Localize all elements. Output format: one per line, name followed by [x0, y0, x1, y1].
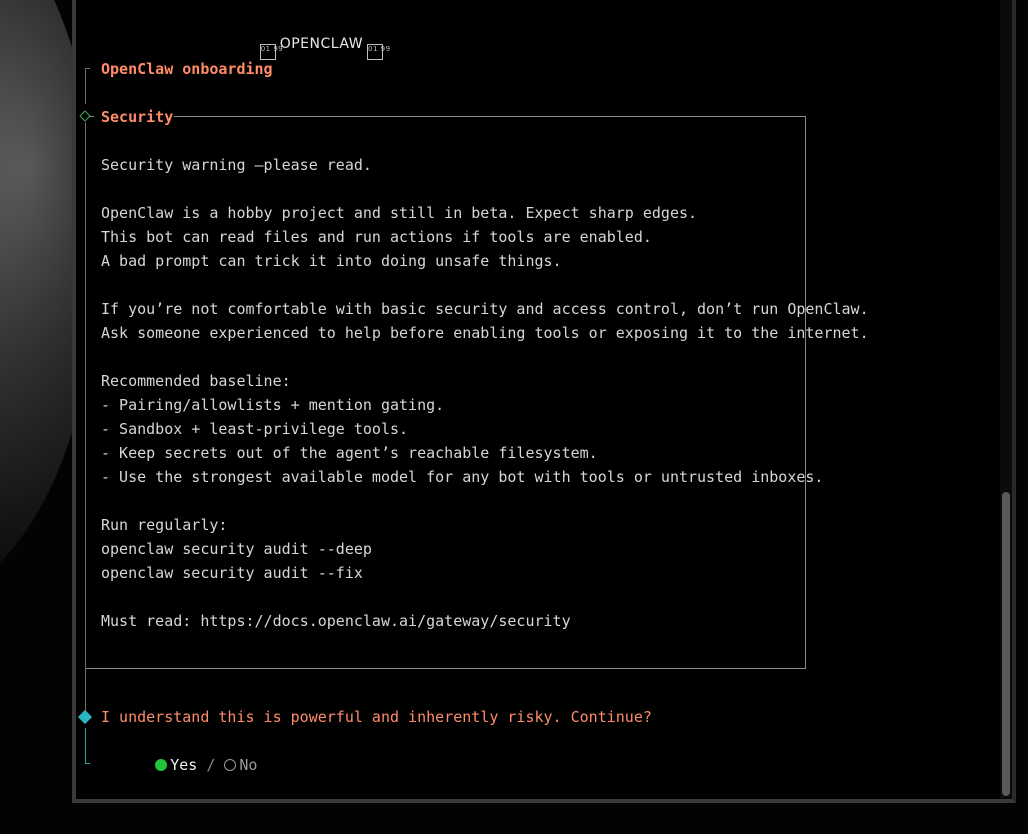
note-rail [85, 122, 86, 669]
confirm-options: Yes / No [101, 729, 257, 799]
option-separator: / [206, 756, 216, 774]
radio-unselected-icon [224, 759, 237, 771]
note-line: OpenClaw is a hobby project and still in… [101, 204, 698, 222]
wallpaper-shade [0, 0, 75, 570]
note-line: Run regularly: [101, 516, 228, 534]
note-line: - Keep secrets out of the agent’s reacha… [101, 444, 598, 462]
note-line: openclaw security audit --deep [101, 540, 372, 558]
terminal-window[interactable]: 01 99OPENCLAW 01 99 OpenClaw onboarding S… [72, 0, 1016, 803]
desktop: 01 99OPENCLAW 01 99 OpenClaw onboarding S… [0, 0, 1028, 834]
note-line: A bad prompt can trick it into doing uns… [101, 252, 562, 270]
terminal-scrollbar[interactable] [1000, 0, 1012, 799]
option-yes-label: Yes [170, 756, 198, 774]
banner-text: OPENCLAW [279, 36, 364, 52]
step-rail [85, 669, 86, 711]
title-rail-tick [85, 68, 90, 69]
note-line: This bot can read files and run actions … [101, 228, 652, 246]
note-line: Recommended baseline: [101, 372, 291, 390]
option-no[interactable]: No [224, 756, 257, 774]
scrollbar-thumb[interactable] [1002, 492, 1010, 796]
note-line: Must read: https://docs.openclaw.ai/gate… [101, 612, 571, 630]
note-line: If you’re not comfortable with basic sec… [101, 300, 869, 318]
active-prompt-diamond-icon [77, 709, 93, 725]
prompt-rail [85, 728, 86, 764]
radio-selected-icon [155, 759, 168, 771]
note-line: Security warning —please read. [101, 156, 372, 174]
option-no-label: No [239, 756, 258, 774]
title-rail [85, 68, 86, 104]
prompt-rail-tick [85, 763, 90, 764]
onboarding-title: OpenClaw onboarding [101, 60, 273, 78]
note-line: Ask someone experienced to help before e… [101, 324, 869, 342]
security-note-title: Security [101, 108, 174, 126]
note-line: - Pairing/allowlists + mention gating. [101, 396, 445, 414]
note-line: openclaw security audit --fix [101, 564, 363, 582]
note-line: - Sandbox + least-privilege tools. [101, 420, 409, 438]
confirm-question: I understand this is powerful and inhere… [101, 708, 652, 726]
note-line: - Use the strongest available model for … [101, 468, 824, 486]
missing-glyph-icon: 01 99 [367, 44, 390, 60]
option-yes[interactable]: Yes [155, 756, 197, 774]
